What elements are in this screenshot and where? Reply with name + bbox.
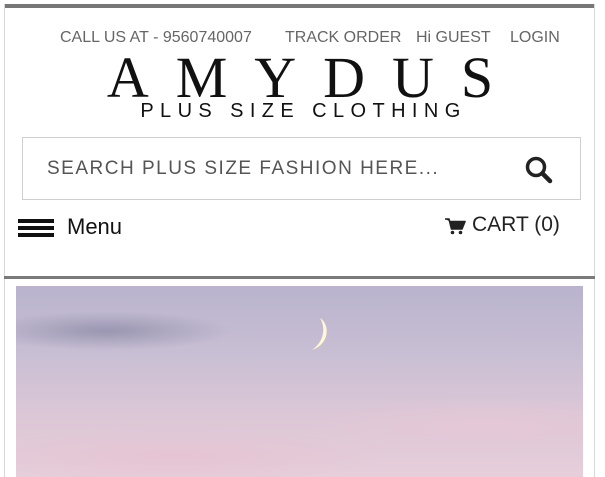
menu-label: Menu [67,214,123,239]
search-input[interactable] [23,138,503,199]
logo-name: AMYDUS [106,45,521,110]
shopping-cart-icon [445,218,466,235]
hamburger-icon [18,219,54,237]
hero-banner[interactable] [16,286,583,477]
crescent-moon-image [312,318,327,350]
header-divider [4,276,595,279]
site-logo[interactable]: AMYDUS PLUS SIZE CLOTHING [0,45,605,123]
search-bar [22,137,581,200]
logo-tagline: PLUS SIZE CLOTHING [140,100,467,122]
search-icon [525,156,553,184]
search-button[interactable] [524,155,554,185]
cart-label: CART (0) [472,213,560,236]
